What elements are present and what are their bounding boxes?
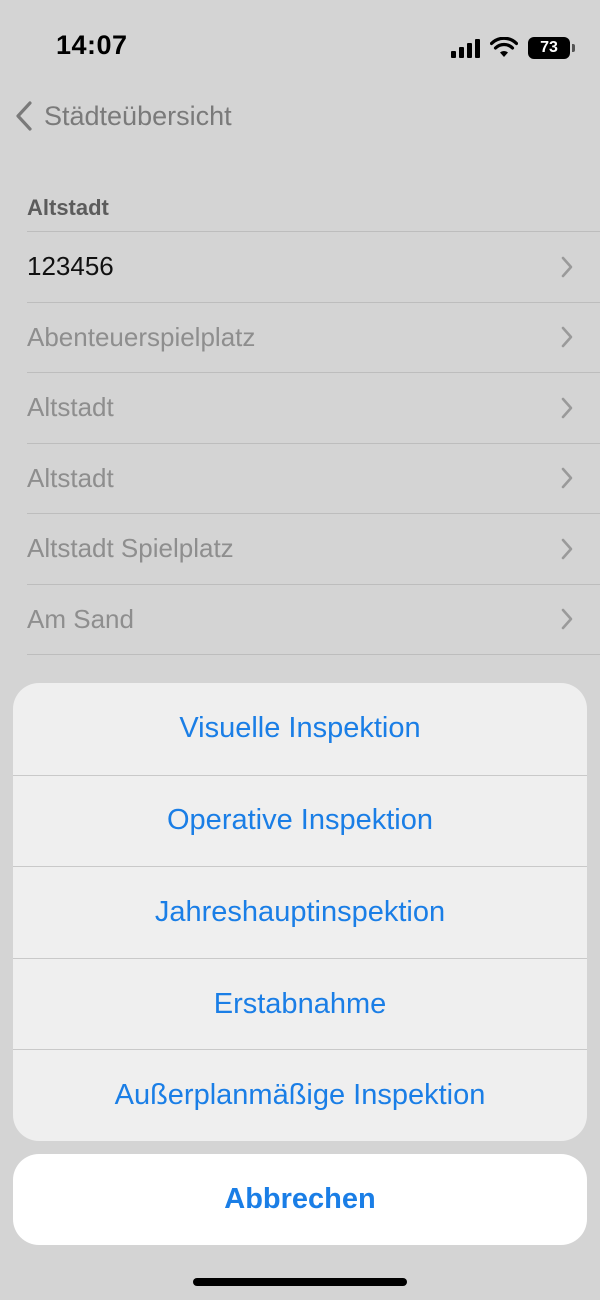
location-list: 123456 Abenteuerspielplatz Altstadt Alts… xyxy=(27,231,600,725)
action-annual-main-inspection[interactable]: Jahreshauptinspektion xyxy=(13,866,587,958)
action-sheet: Visuelle Inspektion Operative Inspektion… xyxy=(13,683,587,1141)
list-item-label: Abenteuerspielplatz xyxy=(27,321,256,352)
list-item[interactable]: Abenteuerspielplatz xyxy=(27,301,600,373)
chevron-right-icon xyxy=(561,397,573,419)
screen: 14:07 73 Städteübersicht Altstadt 123456 xyxy=(0,0,600,1300)
chevron-right-icon xyxy=(561,538,573,560)
wifi-icon xyxy=(490,37,518,57)
action-initial-acceptance[interactable]: Erstabnahme xyxy=(13,957,587,1050)
status-bar: 14:07 73 xyxy=(0,0,600,96)
action-unscheduled-inspection[interactable]: Außerplanmäßige Inspektion xyxy=(13,1049,587,1141)
cancel-button[interactable]: Abbrechen xyxy=(13,1154,587,1245)
section-header: Altstadt xyxy=(27,195,109,220)
list-item-label: Altstadt xyxy=(27,462,114,493)
chevron-right-icon xyxy=(561,326,573,348)
back-button[interactable]: Städteübersicht xyxy=(14,96,232,136)
cellular-signal-icon xyxy=(451,38,480,58)
list-item[interactable]: Am Sand xyxy=(27,583,600,655)
status-time: 14:07 xyxy=(56,30,128,60)
battery-level: 73 xyxy=(540,39,558,56)
list-item[interactable]: 123456 xyxy=(27,231,600,302)
list-item[interactable]: Altstadt xyxy=(27,442,600,514)
chevron-right-icon xyxy=(561,256,573,278)
list-item-label: Altstadt Spielplatz xyxy=(27,533,234,564)
list-item-label: Altstadt xyxy=(27,392,114,423)
action-operative-inspection[interactable]: Operative Inspektion xyxy=(13,774,587,867)
list-item-label: 123456 xyxy=(27,251,114,282)
chevron-right-icon xyxy=(561,608,573,630)
action-visual-inspection[interactable]: Visuelle Inspektion xyxy=(13,683,587,775)
back-button-label: Städteübersicht xyxy=(44,100,232,131)
battery-icon: 73 xyxy=(528,37,575,59)
list-item[interactable]: Altstadt Spielplatz xyxy=(27,513,600,584)
list-item-label: Am Sand xyxy=(27,603,134,634)
status-icons: 73 xyxy=(451,36,575,60)
list-item[interactable]: Altstadt xyxy=(27,372,600,443)
chevron-right-icon xyxy=(561,467,573,489)
home-indicator[interactable] xyxy=(193,1278,407,1286)
chevron-left-icon xyxy=(16,101,32,131)
